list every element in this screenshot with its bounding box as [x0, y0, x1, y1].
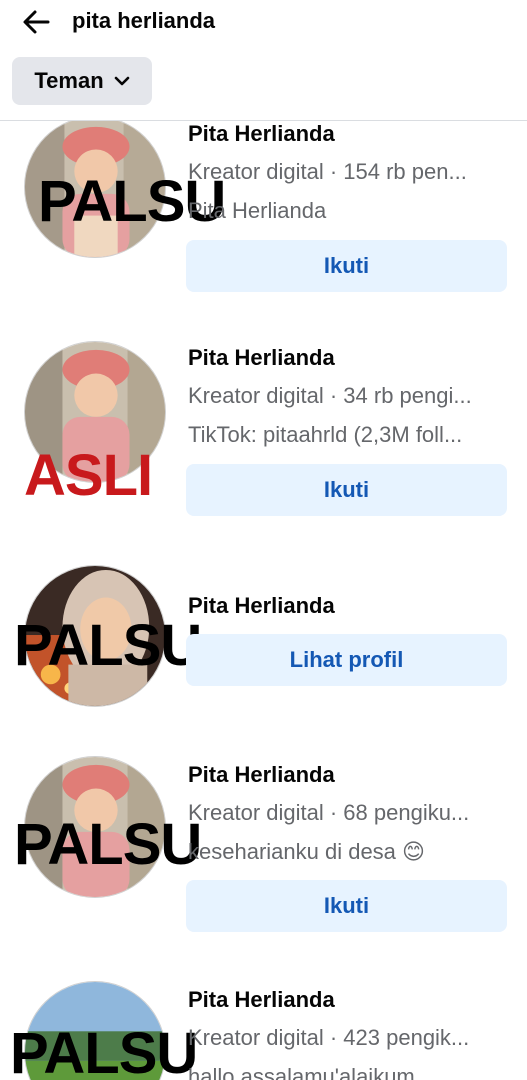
real-stamp: ASLI [24, 443, 153, 508]
filter-friends-dropdown[interactable]: Teman [12, 57, 152, 105]
follow-button[interactable]: Ikuti [186, 880, 507, 932]
result-name[interactable]: Pita Herlianda [188, 345, 335, 371]
fake-stamp: PALSU [14, 812, 202, 877]
fake-stamp: PALSU [10, 1021, 198, 1080]
search-header: pita herlianda [0, 0, 527, 44]
result-subtitle: Kreator digital · 423 pengik... [188, 1025, 470, 1050]
result-name[interactable]: Pita Herlianda [188, 762, 335, 788]
result-item[interactable]: PALSU Pita Herlianda Kreator digital · 4… [0, 981, 527, 1080]
result-item[interactable]: PALSU Pita Herlianda Lihat profil [0, 565, 527, 715]
chevron-down-icon [114, 76, 129, 86]
search-results-list[interactable]: PALSU Pita Herlianda Kreator digital · 1… [0, 121, 527, 1080]
result-item[interactable]: ASLI Pita Herlianda Kreator digital · 34… [0, 339, 527, 549]
result-detail: keseharianku di desa 😊 [188, 839, 425, 864]
result-subtitle: Kreator digital · 68 pengiku... [188, 800, 470, 825]
result-name[interactable]: Pita Herlianda [188, 121, 335, 147]
follow-button[interactable]: Ikuti [186, 240, 507, 292]
result-detail: Pita Herlianda [188, 198, 327, 223]
result-name[interactable]: Pita Herlianda [188, 987, 335, 1013]
follow-button[interactable]: Ikuti [186, 464, 507, 516]
result-name[interactable]: Pita Herlianda [188, 593, 335, 619]
result-item[interactable]: PALSU Pita Herlianda Kreator digital · 1… [0, 121, 527, 321]
back-arrow-icon[interactable] [20, 6, 52, 38]
search-query[interactable]: pita herlianda [72, 6, 215, 36]
result-item[interactable]: PALSU Pita Herlianda Kreator digital · 6… [0, 756, 527, 956]
view-profile-button[interactable]: Lihat profil [186, 634, 507, 686]
filter-label: Teman [34, 68, 104, 93]
result-subtitle: Kreator digital · 34 rb pengi... [188, 383, 472, 408]
result-detail: TikTok: pitaahrld (2,3M foll... [188, 422, 463, 447]
result-subtitle: Kreator digital · 154 rb pen... [188, 159, 467, 184]
fake-stamp: PALSU [14, 613, 202, 678]
result-detail: hallo assalamu'alaikum [188, 1064, 415, 1080]
